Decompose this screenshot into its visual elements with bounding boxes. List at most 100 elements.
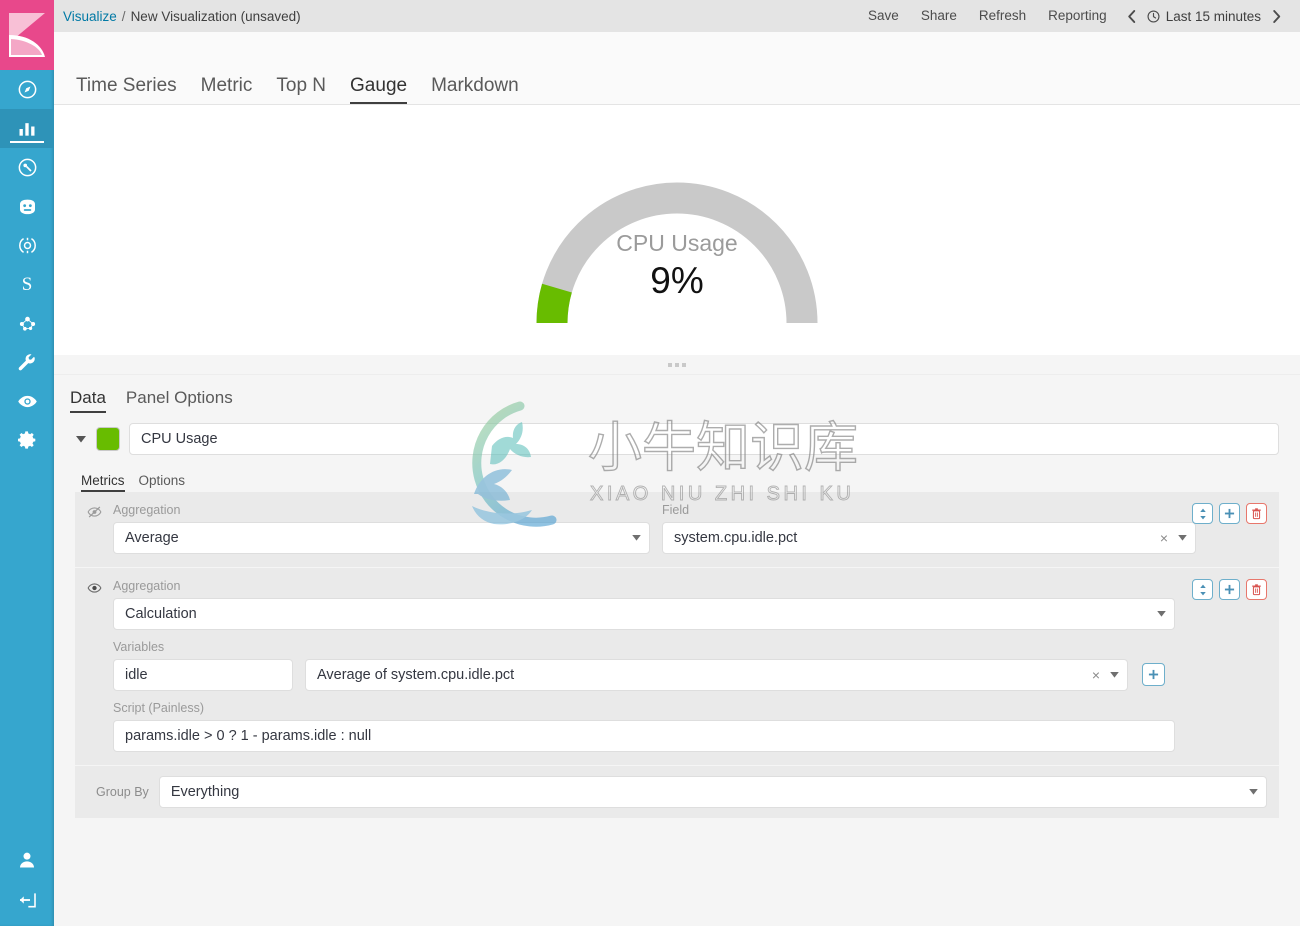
sidebar-item-discover[interactable] [0, 70, 54, 109]
nav-items-list: S [0, 70, 54, 460]
app-header: Visualize / New Visualization (unsaved) … [54, 0, 1300, 32]
group-by-label: Group By [96, 785, 149, 799]
aggregation-select[interactable]: Calculation [113, 598, 1175, 630]
script-label: Script (Painless) [113, 701, 204, 715]
gauge-chart: CPU Usage 9% [512, 123, 842, 338]
group-by-select[interactable]: Everything [158, 776, 1267, 808]
sidebar-item-timelion[interactable] [0, 187, 54, 226]
delete-metric-button[interactable] [1246, 579, 1267, 600]
clear-variable-icon[interactable]: × [1088, 667, 1108, 683]
breadcrumb: Visualize / New Visualization (unsaved) [62, 9, 301, 24]
timelion-icon [17, 197, 38, 217]
sidebar-item-graph[interactable] [0, 304, 54, 343]
field-value: system.cpu.idle.pct [674, 530, 798, 546]
save-button[interactable]: Save [857, 0, 910, 32]
tab-top-n[interactable]: Top N [264, 76, 338, 104]
sidebar-item-dev-tools[interactable] [0, 343, 54, 382]
series-header: CPU Usage [54, 413, 1300, 455]
share-button[interactable]: Share [910, 0, 968, 32]
eye-slash-icon [87, 505, 102, 524]
gauge-fill [536, 283, 572, 324]
metric-visibility-toggle[interactable] [87, 503, 113, 524]
series-collapse-caret-icon[interactable] [75, 433, 87, 445]
tab-time-series[interactable]: Time Series [64, 76, 189, 104]
breadcrumb-current: New Visualization (unsaved) [130, 8, 301, 24]
sidebar-item-maps[interactable]: S [0, 265, 54, 304]
dashboard-icon [17, 157, 38, 178]
group-by-row: Group By Everything [75, 766, 1279, 818]
bar-chart-icon [17, 119, 37, 139]
sidebar-item-user-account[interactable] [0, 840, 54, 880]
chevron-down-icon [1108, 670, 1119, 680]
variable-value-select[interactable]: Average of system.cpu.idle.pct × [305, 659, 1128, 691]
sidebar-item-logout[interactable] [0, 880, 54, 920]
variable-name-value: idle [125, 667, 148, 683]
chevron-left-icon [1127, 9, 1135, 23]
gauge-track [536, 182, 818, 323]
script-value: params.idle > 0 ? 1 - params.idle : null [125, 728, 372, 744]
metric-row-average: Aggregation Average Field system.cpu.idl… [75, 492, 1279, 567]
sub-tab-metrics[interactable]: Metrics [75, 473, 132, 493]
series-sub-tabs: Metrics Options [75, 464, 1279, 492]
aggregation-label: Aggregation [113, 503, 181, 517]
graph-icon [17, 313, 38, 334]
metric-actions [1192, 503, 1267, 524]
panel-resize-handle[interactable] [54, 355, 1300, 375]
add-variable-button[interactable] [1142, 663, 1165, 686]
tab-panel-options[interactable]: Panel Options [116, 389, 243, 413]
add-metric-button[interactable] [1219, 579, 1240, 600]
tab-metric[interactable]: Metric [189, 76, 265, 104]
chevron-right-icon [1273, 9, 1281, 23]
delete-metric-button[interactable] [1246, 503, 1267, 524]
kibana-logo[interactable] [0, 0, 54, 70]
time-prev-button[interactable] [1118, 9, 1145, 24]
compass-icon [17, 79, 38, 100]
reorder-button[interactable] [1192, 579, 1213, 600]
gear-icon [17, 430, 38, 451]
header-actions: Save Share Refresh Reporting Last 15 min… [857, 0, 1290, 32]
clock-icon [1147, 9, 1160, 23]
chevron-down-icon [1176, 533, 1187, 543]
aggregation-value: Calculation [125, 606, 197, 622]
aggregation-select[interactable]: Average [113, 522, 650, 554]
metric-visibility-toggle[interactable] [87, 579, 113, 600]
sidebar-item-canvas[interactable] [0, 226, 54, 265]
time-range-label: Last 15 minutes [1165, 8, 1261, 24]
sidebar-bottom-items [0, 840, 54, 926]
field-select[interactable]: system.cpu.idle.pct × [662, 522, 1196, 554]
series-color-swatch[interactable] [96, 427, 120, 451]
eye-icon [87, 581, 102, 600]
user-icon [17, 850, 37, 870]
refresh-button[interactable]: Refresh [968, 0, 1037, 32]
breadcrumb-visualize-link[interactable]: Visualize [63, 9, 117, 24]
chevron-down-icon [1247, 787, 1258, 797]
script-input[interactable]: params.idle > 0 ? 1 - params.idle : null [113, 720, 1175, 752]
tab-markdown[interactable]: Markdown [419, 76, 531, 104]
variables-label: Variables [113, 640, 165, 654]
tab-gauge[interactable]: Gauge [338, 76, 419, 104]
gauge-visualization-panel: CPU Usage 9% [54, 105, 1300, 355]
chevron-down-icon [1155, 609, 1166, 619]
wrench-icon [17, 353, 37, 373]
logout-icon [17, 890, 38, 910]
clear-field-icon[interactable]: × [1156, 530, 1176, 546]
metric-row-calculation: Aggregation Calculation Variables idle A… [75, 568, 1279, 765]
add-metric-button[interactable] [1219, 503, 1240, 524]
tab-data[interactable]: Data [60, 389, 116, 413]
reorder-button[interactable] [1192, 503, 1213, 524]
metric-actions [1192, 579, 1267, 600]
gauge-arc [536, 182, 818, 324]
sidebar-item-management[interactable] [0, 421, 54, 460]
sub-tab-options[interactable]: Options [132, 473, 193, 493]
time-range-picker[interactable]: Last 15 minutes [1145, 9, 1263, 24]
time-next-button[interactable] [1263, 9, 1290, 24]
sidebar-item-monitoring[interactable] [0, 382, 54, 421]
visualization-type-tabs: Time Series Metric Top N Gauge Markdown [54, 32, 1300, 105]
variable-name-input[interactable]: idle [113, 659, 293, 691]
aggregation-label: Aggregation [113, 579, 181, 593]
series-label-input[interactable]: CPU Usage [129, 423, 1279, 455]
sidebar-item-dashboard[interactable] [0, 148, 54, 187]
reporting-button[interactable]: Reporting [1037, 0, 1118, 32]
kibana-tsvb-page: S Visualize / New Visualization (unsaved… [0, 0, 1300, 926]
sidebar-item-visualize[interactable] [0, 109, 54, 148]
